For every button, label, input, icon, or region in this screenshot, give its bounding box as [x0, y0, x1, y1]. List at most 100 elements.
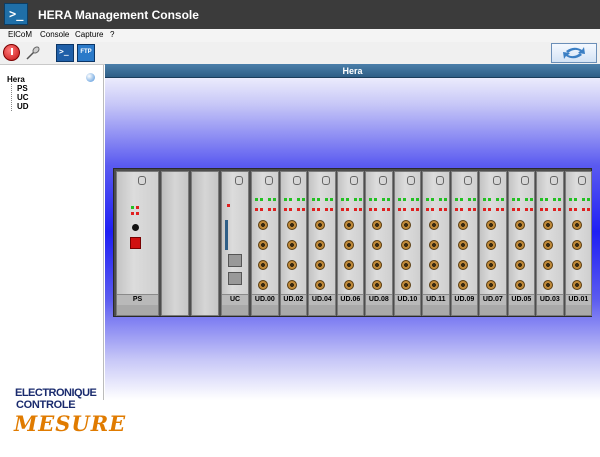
logo-line-2: CONTROLE: [16, 399, 76, 411]
menu-capture[interactable]: Capture: [75, 30, 103, 39]
menu-elcom[interactable]: ElCoM: [8, 30, 32, 39]
slot-ud[interactable]: UD.01: [564, 171, 593, 316]
slot-ps[interactable]: PS: [116, 171, 159, 316]
bnc-connector-icon[interactable]: [258, 220, 268, 230]
bnc-connector-icon[interactable]: [343, 220, 354, 230]
slot-ud[interactable]: UD.07: [479, 171, 507, 316]
bnc-connector-icon[interactable]: [486, 260, 496, 270]
bnc-connector-icon[interactable]: [486, 240, 496, 250]
bnc-connector-icon[interactable]: [543, 220, 553, 230]
bnc-connector-icon[interactable]: [315, 280, 325, 290]
bnc-connector-icon[interactable]: [429, 220, 439, 230]
bnc-connector-icon[interactable]: [400, 280, 411, 290]
slot-uc[interactable]: UC: [221, 171, 249, 316]
bnc-connector-icon[interactable]: [571, 260, 582, 270]
bnc-connector-icon[interactable]: [372, 240, 382, 250]
ftp-button[interactable]: FTP: [77, 44, 95, 62]
bnc-connector-icon[interactable]: [400, 220, 411, 230]
bnc-connector-icon[interactable]: [343, 260, 354, 270]
menu-console[interactable]: Console: [40, 30, 69, 39]
slot-ud[interactable]: UD.00: [251, 171, 279, 316]
slot-ud[interactable]: UD.04: [308, 171, 336, 316]
slot-ud[interactable]: UD.02: [279, 171, 308, 316]
bnc-connector-icon[interactable]: [286, 260, 297, 270]
bnc-connector-icon[interactable]: [571, 220, 582, 230]
bnc-connector-icon[interactable]: [400, 260, 411, 270]
panel-title: Hera: [105, 64, 600, 78]
ethernet-port[interactable]: [228, 272, 242, 285]
tree-item-hera[interactable]: Hera: [7, 75, 25, 84]
bnc-connector-icon[interactable]: [514, 280, 525, 290]
module-logo-icon: [235, 176, 243, 185]
bnc-connector-icon[interactable]: [429, 260, 439, 270]
power-switch[interactable]: [130, 237, 141, 249]
bnc-connector-icon[interactable]: [571, 280, 582, 290]
bnc-connector-icon[interactable]: [486, 280, 496, 290]
bnc-connector-icon[interactable]: [315, 260, 325, 270]
bnc-connector-icon[interactable]: [514, 260, 525, 270]
rack-view: Hera PS UC UD.00 UD.02 UD.04 UD.06 UD.08…: [105, 64, 600, 400]
menu-bar: ElCoM Console Capture ?: [0, 29, 600, 42]
slot-ud[interactable]: UD.10: [393, 171, 422, 316]
bnc-connector-icon[interactable]: [372, 280, 382, 290]
slot-label-ud: UD.10: [394, 294, 421, 305]
bnc-connector-icon[interactable]: [372, 260, 382, 270]
bnc-connector-icon[interactable]: [457, 260, 468, 270]
bnc-connector-icon[interactable]: [429, 280, 439, 290]
bnc-connector-icon[interactable]: [400, 240, 411, 250]
logo-line-3: MESURE: [14, 411, 127, 436]
slot-ud[interactable]: UD.09: [450, 171, 479, 316]
usb-port[interactable]: [228, 254, 242, 267]
bnc-connector-icon[interactable]: [286, 220, 297, 230]
expand-icon[interactable]: [86, 73, 95, 82]
bnc-connector-icon[interactable]: [286, 280, 297, 290]
blank-panel: [191, 171, 219, 316]
bnc-connector-icon[interactable]: [543, 280, 553, 290]
bnc-connector-icon[interactable]: [315, 240, 325, 250]
module-logo-icon: [350, 176, 359, 185]
bnc-connector-icon[interactable]: [258, 280, 268, 290]
tree-item-uc[interactable]: UC: [17, 93, 29, 102]
tree-item-ud[interactable]: UD: [17, 102, 29, 111]
menu-help[interactable]: ?: [110, 30, 114, 39]
blank-panel: [161, 171, 189, 316]
bnc-connector-icon[interactable]: [457, 280, 468, 290]
probe-icon[interactable]: [24, 44, 42, 62]
slot-foot: [309, 305, 335, 315]
bnc-connector-icon[interactable]: [343, 280, 354, 290]
bnc-connector-icon[interactable]: [343, 240, 354, 250]
tree-item-ps[interactable]: PS: [17, 84, 28, 93]
slot-foot: [252, 305, 278, 315]
bnc-connector-icon[interactable]: [543, 240, 553, 250]
module-logo-icon: [321, 176, 330, 185]
bnc-connector-icon[interactable]: [286, 240, 297, 250]
bnc-connector-icon[interactable]: [457, 220, 468, 230]
bnc-connector-icon[interactable]: [514, 240, 525, 250]
bnc-connector-icon[interactable]: [571, 240, 582, 250]
console-app-icon: >_: [4, 3, 28, 25]
bnc-connector-icon[interactable]: [315, 220, 325, 230]
power-icon[interactable]: [3, 44, 20, 61]
slot-foot: [280, 305, 307, 315]
bnc-connector-icon[interactable]: [372, 220, 382, 230]
slot-foot: [508, 305, 535, 315]
bnc-connector-icon[interactable]: [429, 240, 439, 250]
module-logo-icon: [378, 176, 387, 185]
refresh-icon[interactable]: [551, 43, 597, 63]
bnc-connector-icon[interactable]: [258, 240, 268, 250]
bnc-connector-icon[interactable]: [543, 260, 553, 270]
console-icon[interactable]: >_: [56, 44, 74, 62]
logo-line-1: ELECTRONIQUE: [15, 387, 97, 399]
slot-foot: [537, 305, 563, 315]
slot-ud[interactable]: UD.11: [422, 171, 450, 316]
slot-ud[interactable]: UD.08: [365, 171, 393, 316]
bnc-connector-icon[interactable]: [258, 260, 268, 270]
slot-ud[interactable]: UD.05: [507, 171, 536, 316]
bnc-connector-icon[interactable]: [514, 220, 525, 230]
bnc-connector-icon[interactable]: [486, 220, 496, 230]
bnc-connector-icon[interactable]: [457, 240, 468, 250]
module-logo-icon: [492, 176, 501, 185]
slot-ud[interactable]: UD.06: [336, 171, 365, 316]
module-logo-icon: [578, 176, 587, 185]
slot-ud[interactable]: UD.03: [536, 171, 564, 316]
